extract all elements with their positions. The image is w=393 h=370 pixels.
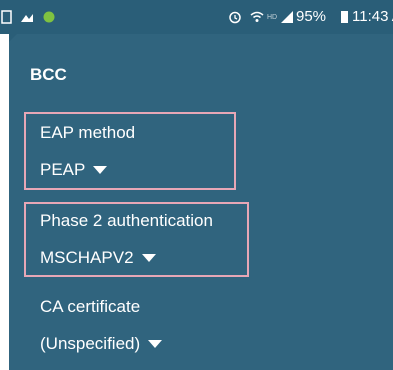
status-bar: HD 95% 11:43 AI: [0, 0, 393, 34]
notification-icon: [21, 14, 33, 22]
chevron-down-icon: [141, 254, 156, 262]
chevron-down-icon: [93, 166, 108, 174]
ca-certificate-dropdown[interactable]: (Unspecified): [40, 334, 163, 354]
sim-icon: [1, 10, 12, 24]
alarm-icon: [229, 11, 241, 24]
phase2-auth-value: MSCHAPV2: [40, 248, 134, 267]
eap-method-value: PEAP: [40, 160, 86, 179]
clock: 11:43 AI: [352, 8, 393, 25]
eap-method-label: EAP method: [40, 123, 136, 142]
signal-icon: [281, 11, 293, 23]
chevron-down-icon: [148, 340, 163, 348]
ca-certificate-label: CA certificate: [40, 297, 141, 316]
phase2-auth-label: Phase 2 authentication: [40, 211, 213, 230]
battery-percent: 95%: [296, 8, 327, 25]
android-icon: [43, 11, 55, 23]
wifi-icon: [250, 11, 264, 22]
eap-method-dropdown[interactable]: PEAP: [40, 160, 108, 180]
ca-certificate-value: (Unspecified): [40, 334, 141, 353]
phase2-auth-dropdown[interactable]: MSCHAPV2: [40, 248, 156, 268]
dialog-corner: [9, 34, 17, 42]
network-name-title: BCC: [30, 65, 67, 84]
battery-icon: [341, 11, 348, 23]
hd-badge: HD: [267, 14, 278, 21]
